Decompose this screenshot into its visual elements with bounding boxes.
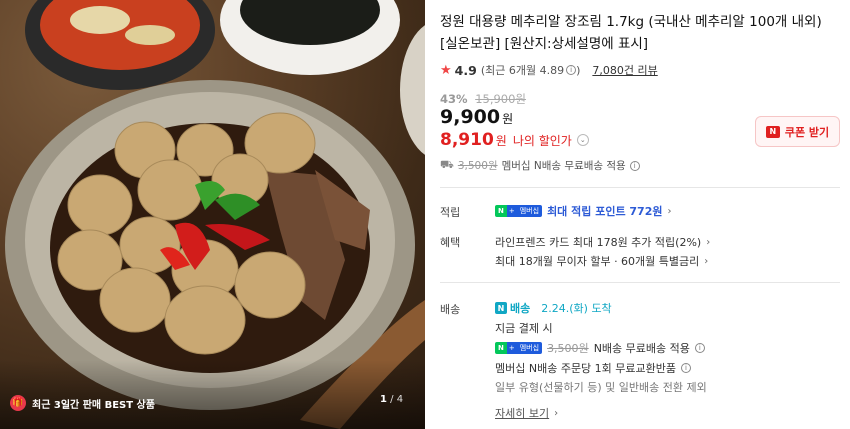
delivery-arrival-row: N 배송 2.24.(화) 도착 — [495, 300, 612, 316]
original-price: 15,900원 — [475, 92, 527, 106]
divider — [440, 282, 840, 283]
rating-row: ★ 4.9 (최근 6개월 4.89 i) 7,080건 리뷰 — [440, 62, 658, 78]
detail-link-row[interactable]: 자세히 보기 › — [495, 405, 558, 421]
arrival-date: 2.24.(화) 도착 — [541, 302, 612, 315]
info-icon[interactable]: i — [694, 343, 705, 353]
recent-rating: (최근 6개월 4.89 — [480, 64, 565, 77]
product-image[interactable]: 🎁 최근 3일간 판매 BEST 상품 1 / 4 — [0, 0, 425, 429]
info-icon[interactable]: i — [629, 160, 640, 171]
chevron-right-icon: › — [667, 205, 672, 217]
product-photo-illustration — [0, 0, 425, 429]
sale-price: 9,900 — [440, 106, 501, 128]
exclusion-note-row: 일부 유형(선물하기 등) 및 일반배송 전환 제외 — [495, 379, 707, 395]
points-row[interactable]: N + 멤버십 최대 적립 포인트 772원 › — [495, 203, 671, 219]
benefits-label: 혜택 — [440, 236, 461, 249]
best-seller-badge: 🎁 최근 3일간 판매 BEST 상품 — [10, 393, 155, 413]
shipping-summary-text: 멤버십 N배송 무료배송 적용 — [501, 160, 626, 172]
my-discount-price-row[interactable]: 8,910 원 나의 할인가 ⌄ — [440, 130, 589, 150]
price-row: 9,900 원 — [440, 106, 513, 128]
old-delivery-fee: 3,500원 — [547, 342, 589, 355]
chevron-down-icon[interactable]: ⌄ — [576, 134, 589, 146]
free-shipping-text: N배송 무료배송 적용 — [593, 342, 690, 355]
star-icon: ★ — [440, 62, 452, 78]
discount-rate: 43% — [440, 92, 468, 106]
product-title: 정원 대용량 메추리알 장조림 1.7kg (국내산 메추리알 100개 내외)… — [440, 14, 822, 52]
discount-row: 43% 15,900원 — [440, 91, 526, 107]
truck-icon: ⛟ — [440, 158, 454, 171]
installment-text: 최대 18개월 무이자 할부 · 60개월 특별금리 — [495, 255, 700, 268]
best-seller-text: 최근 3일간 판매 BEST 상품 — [32, 399, 155, 411]
divider — [440, 187, 840, 188]
my-discount-label: 나의 할인가 — [512, 134, 572, 148]
card-benefit-text: 라인프렌즈 카드 최대 178원 추가 적립(2%) — [495, 236, 702, 249]
pager-current: 1 — [380, 394, 387, 405]
card-benefit-row[interactable]: 라인프렌즈 카드 최대 178원 추가 적립(2%) › — [495, 234, 710, 250]
pager-total: / 4 — [386, 394, 404, 405]
old-shipping-fee: 3,500원 — [457, 160, 498, 172]
coupon-icon: N — [765, 125, 780, 138]
info-icon[interactable]: i — [566, 65, 577, 75]
price-unit: 원 — [502, 112, 514, 126]
chevron-right-icon: › — [706, 236, 711, 248]
review-count-link[interactable]: 7,080건 리뷰 — [592, 62, 657, 78]
free-shipping-row: N + 멤버십 3,500원 N배송 무료배송 적용 i — [495, 340, 705, 356]
n-delivery-badge: N 배송 — [495, 300, 530, 316]
shipping-summary-row: ⛟ 3,500원 멤버십 N배송 무료배송 적용 i — [440, 158, 640, 173]
n-delivery-icon: N — [495, 302, 507, 314]
info-icon[interactable]: i — [681, 363, 692, 373]
coupon-download-button[interactable]: N 쿠폰 받기 — [755, 116, 840, 147]
chevron-right-icon: › — [704, 255, 709, 267]
exchange-row: 멤버십 N배송 주문당 1회 무료교환반품 i — [495, 360, 692, 376]
pay-now-text: 지금 결제 시 — [495, 322, 553, 335]
coupon-label: 쿠폰 받기 — [784, 125, 830, 139]
delivery-label: 배송 — [440, 303, 461, 316]
image-pager: 1 / 4 — [380, 394, 403, 405]
rating-score: 4.9 — [454, 62, 477, 78]
gift-icon: 🎁 — [10, 395, 26, 411]
naver-membership-badge: N + 멤버십 — [495, 342, 543, 354]
max-points-link[interactable]: 최대 적립 포인트 772원 — [547, 203, 662, 219]
chevron-right-icon: › — [554, 407, 559, 419]
pay-now-row: 지금 결제 시 — [495, 320, 553, 336]
installment-row[interactable]: 최대 18개월 무이자 할부 · 60개월 특별금리 › — [495, 253, 708, 269]
see-details-link[interactable]: 자세히 보기 — [495, 405, 549, 421]
free-exchange-text: 멤버십 N배송 주문당 1회 무료교환반품 — [495, 362, 677, 375]
points-label: 적립 — [440, 206, 461, 219]
exclusion-note: 일부 유형(선물하기 등) 및 일반배송 전환 제외 — [495, 381, 707, 394]
recent-rating-close: ) — [576, 63, 581, 77]
my-price-unit: 원 — [495, 134, 507, 148]
naver-membership-badge: N + 멤버십 — [495, 205, 543, 217]
product-info-panel: 정원 대용량 메추리알 장조림 1.7kg (국내산 메추리알 100개 내외)… — [440, 0, 840, 429]
my-discount-price: 8,910 — [440, 130, 494, 150]
